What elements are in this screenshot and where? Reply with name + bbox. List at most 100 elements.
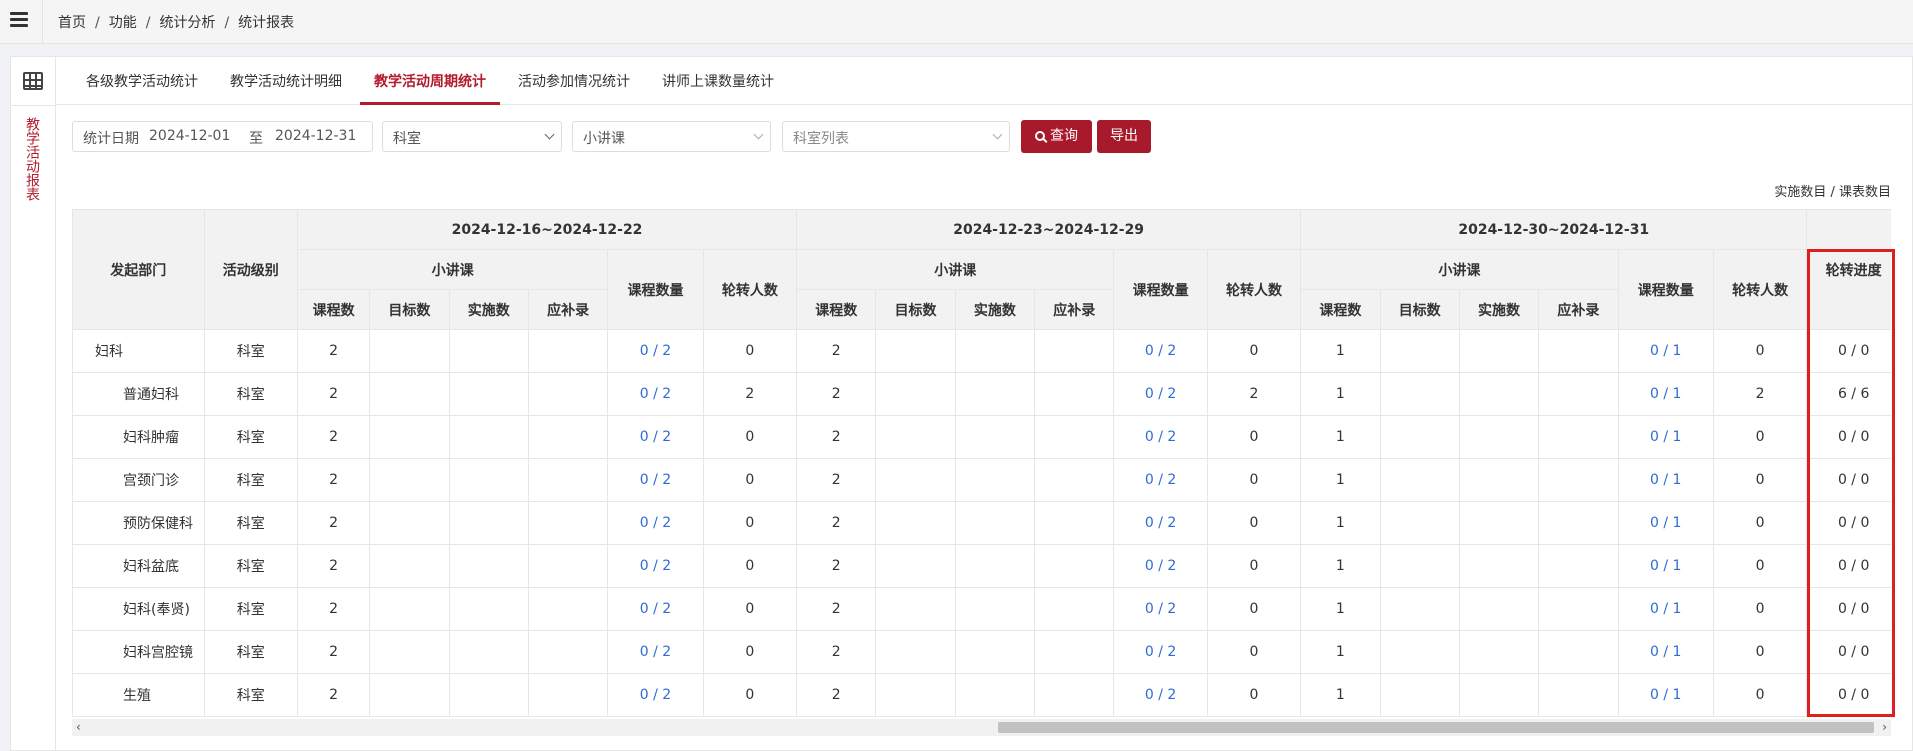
course-qty-link[interactable]: 0 / 1: [1617, 501, 1714, 545]
value-cell: [875, 458, 956, 502]
dept-cell: 宫颈门诊: [72, 458, 205, 502]
tab-level-stats[interactable]: 各级教学活动统计: [86, 71, 198, 91]
tab-lecturer-stats[interactable]: 讲师上课数量统计: [662, 71, 774, 91]
dept-cell: 妇科(奉贤): [72, 587, 205, 631]
value-cell: [954, 501, 1036, 545]
value-cell: [1458, 673, 1540, 717]
stats-table-container[interactable]: 发起部门 活动级别 2024-12-16~2024-12-22 2024-12-…: [72, 209, 1891, 721]
search-button[interactable]: 查询: [1021, 120, 1092, 153]
scrollbar-thumb[interactable]: [998, 722, 1874, 733]
scroll-right-icon[interactable]: ›: [1882, 721, 1887, 733]
value-cell: [875, 587, 956, 631]
tab-participation-stats[interactable]: 活动参加情况统计: [518, 71, 630, 91]
table-row: 预防保健科 科室 2 0 / 2020 / 2010 / 100 / 0: [72, 501, 1891, 545]
value-cell: 2: [796, 630, 877, 674]
activity-type-select[interactable]: 小讲课: [572, 121, 771, 152]
scroll-left-icon[interactable]: ‹: [76, 721, 81, 733]
export-button[interactable]: 导出: [1097, 120, 1151, 153]
value-cell: [1379, 329, 1460, 373]
tab-stats-detail[interactable]: 教学活动统计明细: [230, 71, 342, 91]
breadcrumb-stats[interactable]: 统计分析: [159, 15, 215, 31]
course-qty-link[interactable]: 0 / 2: [1113, 458, 1208, 502]
course-qty-link[interactable]: 0 / 2: [1113, 544, 1208, 588]
value-cell: [527, 630, 609, 674]
course-qty-link[interactable]: 0 / 2: [607, 544, 704, 588]
value-cell: [954, 372, 1036, 416]
table-grid-icon[interactable]: [23, 72, 43, 90]
value-cell: [1379, 673, 1460, 717]
value-cell: 2: [296, 372, 371, 416]
horizontal-scrollbar[interactable]: ‹ ›: [72, 719, 1891, 736]
value-cell: [954, 630, 1036, 674]
breadcrumb-function[interactable]: 功能: [109, 15, 137, 31]
course-qty-link[interactable]: 0 / 2: [607, 501, 704, 545]
value-cell: 0: [702, 501, 798, 545]
course-qty-link[interactable]: 0 / 2: [1113, 329, 1208, 373]
top-bar-divider: [42, 0, 43, 44]
value-cell: [369, 415, 450, 459]
room-list-select[interactable]: 科室列表: [782, 121, 1010, 152]
course-qty-link[interactable]: 0 / 1: [1617, 587, 1714, 631]
course-qty-link[interactable]: 0 / 2: [607, 372, 704, 416]
col-rotation-header: 轮转人数: [702, 249, 798, 330]
value-cell: [369, 329, 450, 373]
breadcrumb-home[interactable]: 首页: [58, 15, 86, 31]
value-cell: 2: [702, 372, 798, 416]
value-cell: 2: [1712, 372, 1808, 416]
course-qty-link[interactable]: 0 / 2: [607, 458, 704, 502]
tab-period-stats[interactable]: 教学活动周期统计: [374, 71, 486, 91]
room-list-placeholder: 科室列表: [793, 131, 849, 147]
value-cell: 0: [1206, 587, 1302, 631]
value-cell: [1034, 630, 1115, 674]
course-qty-link[interactable]: 0 / 2: [1113, 501, 1208, 545]
date-to[interactable]: 2024-12-31: [275, 128, 356, 144]
value-cell: 0: [702, 587, 798, 631]
dept-cell: 妇科: [72, 329, 205, 373]
value-cell: 2: [796, 501, 877, 545]
course-qty-link[interactable]: 0 / 1: [1617, 544, 1714, 588]
value-cell: [527, 544, 609, 588]
course-qty-link[interactable]: 0 / 1: [1617, 329, 1714, 373]
dept-cell: 生殖: [72, 673, 205, 717]
course-qty-link[interactable]: 0 / 2: [1113, 587, 1208, 631]
value-cell: 0: [1206, 415, 1302, 459]
sub-col-header: 应补录: [1034, 289, 1115, 330]
value-cell: 2: [296, 673, 371, 717]
course-qty-link[interactable]: 0 / 2: [1113, 372, 1208, 416]
value-cell: 2: [796, 673, 877, 717]
value-cell: 2: [296, 630, 371, 674]
table-row: 妇科宫腔镜 科室 2 0 / 2020 / 2010 / 100 / 0: [72, 630, 1891, 674]
dept-select[interactable]: 科室: [382, 121, 562, 152]
table-body: 妇科 科室 2 0 / 2020 / 2010 / 100 / 0 普通妇科 科室 2 0 /…: [72, 329, 1891, 717]
value-cell: [527, 329, 609, 373]
progress-cell: 0 / 0: [1806, 544, 1891, 588]
course-qty-link[interactable]: 0 / 1: [1617, 673, 1714, 717]
value-cell: [875, 673, 956, 717]
course-qty-link[interactable]: 0 / 2: [1113, 673, 1208, 717]
course-qty-link[interactable]: 0 / 2: [607, 673, 704, 717]
course-qty-link[interactable]: 0 / 2: [1113, 415, 1208, 459]
sub-col-header: 应补录: [1538, 289, 1619, 330]
course-qty-link[interactable]: 0 / 1: [1617, 458, 1714, 502]
date-from[interactable]: 2024-12-01: [149, 128, 230, 144]
value-cell: 0: [1206, 458, 1302, 502]
course-qty-link[interactable]: 0 / 1: [1617, 630, 1714, 674]
course-qty-link[interactable]: 0 / 2: [607, 587, 704, 631]
date-range-picker[interactable]: 统计日期 2024-12-01 至 2024-12-31: [72, 121, 373, 152]
value-cell: [527, 458, 609, 502]
sub-group-header: 小讲课: [296, 249, 609, 290]
menu-icon[interactable]: [10, 12, 28, 28]
course-qty-link[interactable]: 0 / 2: [607, 415, 704, 459]
course-qty-link[interactable]: 0 / 2: [1113, 630, 1208, 674]
col-rotation-header: 轮转人数: [1206, 249, 1302, 330]
value-cell: 0: [1712, 415, 1808, 459]
value-cell: [527, 372, 609, 416]
value-cell: [448, 587, 529, 631]
course-qty-link[interactable]: 0 / 2: [607, 329, 704, 373]
course-qty-link[interactable]: 0 / 2: [607, 630, 704, 674]
value-cell: 1: [1300, 673, 1381, 717]
course-qty-link[interactable]: 0 / 1: [1617, 372, 1714, 416]
course-qty-link[interactable]: 0 / 1: [1617, 415, 1714, 459]
value-cell: 1: [1300, 458, 1381, 502]
table-row: 普通妇科 科室 2 0 / 2220 / 2210 / 126 / 6: [72, 372, 1891, 416]
